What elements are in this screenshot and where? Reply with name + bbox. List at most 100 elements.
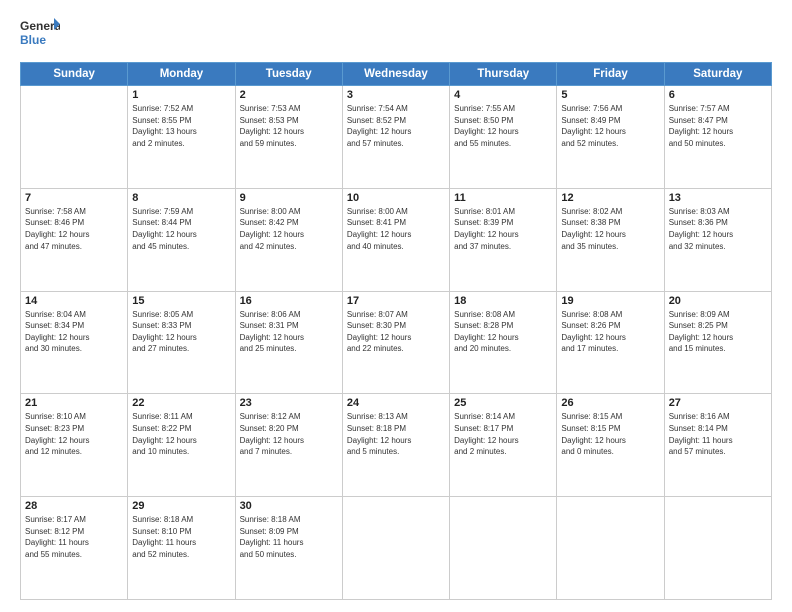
weekday-header-wednesday: Wednesday <box>342 63 449 86</box>
calendar-cell: 30Sunrise: 8:18 AM Sunset: 8:09 PM Dayli… <box>235 497 342 600</box>
calendar-cell: 20Sunrise: 8:09 AM Sunset: 8:25 PM Dayli… <box>664 291 771 394</box>
calendar-cell: 2 Sunrise: 7:53 AM Sunset: 8:53 PM Daylig… <box>235 86 342 189</box>
day-info: Sunrise: 8:00 AM Sunset: 8:42 PM Dayligh… <box>240 206 338 252</box>
logo-svg: General Blue <box>20 16 60 52</box>
calendar-cell: 7 Sunrise: 7:58 AM Sunset: 8:46 PM Daylig… <box>21 188 128 291</box>
week-row-1: 1Sunrise: 7:52 AM Sunset: 8:55 PM Daylig… <box>21 86 772 189</box>
calendar-cell: 4 Sunrise: 7:55 AM Sunset: 8:50 PM Daylig… <box>450 86 557 189</box>
calendar-cell: 23 Sunrise: 8:12 AM Sunset: 8:20 PM Dayli… <box>235 394 342 497</box>
week-row-4: 21 Sunrise: 8:10 AM Sunset: 8:23 PM Dayli… <box>21 394 772 497</box>
calendar-cell: 21 Sunrise: 8:10 AM Sunset: 8:23 PM Dayli… <box>21 394 128 497</box>
day-number: 7 <box>25 192 123 204</box>
day-number: 28 <box>25 500 123 512</box>
week-row-3: 14 Sunrise: 8:04 AM Sunset: 8:34 PM Dayli… <box>21 291 772 394</box>
day-info: Sunrise: 8:06 AM Sunset: 8:31 PM Dayligh… <box>240 309 338 355</box>
calendar-cell <box>664 497 771 600</box>
calendar-cell: 11Sunrise: 8:01 AM Sunset: 8:39 PM Dayli… <box>450 188 557 291</box>
day-info: Sunrise: 8:18 AM Sunset: 8:10 PM Dayligh… <box>132 514 230 560</box>
day-number: 12 <box>561 192 659 204</box>
day-number: 3 <box>347 89 445 101</box>
day-number: 1 <box>132 89 230 101</box>
day-number: 8 <box>132 192 230 204</box>
weekday-header-saturday: Saturday <box>664 63 771 86</box>
day-number: 27 <box>669 397 767 409</box>
calendar-cell <box>450 497 557 600</box>
day-info: Sunrise: 8:00 AM Sunset: 8:41 PM Dayligh… <box>347 206 445 252</box>
weekday-header-row: SundayMondayTuesdayWednesdayThursdayFrid… <box>21 63 772 86</box>
calendar-cell: 9 Sunrise: 8:00 AM Sunset: 8:42 PM Daylig… <box>235 188 342 291</box>
weekday-header-thursday: Thursday <box>450 63 557 86</box>
day-number: 24 <box>347 397 445 409</box>
weekday-header-friday: Friday <box>557 63 664 86</box>
calendar-cell: 14 Sunrise: 8:04 AM Sunset: 8:34 PM Dayli… <box>21 291 128 394</box>
calendar-cell: 18 Sunrise: 8:08 AM Sunset: 8:28 PM Dayli… <box>450 291 557 394</box>
week-row-2: 7 Sunrise: 7:58 AM Sunset: 8:46 PM Daylig… <box>21 188 772 291</box>
weekday-header-sunday: Sunday <box>21 63 128 86</box>
logo: General Blue <box>20 16 60 52</box>
day-info: Sunrise: 8:13 AM Sunset: 8:18 PM Dayligh… <box>347 411 445 457</box>
calendar-cell: 12Sunrise: 8:02 AM Sunset: 8:38 PM Dayli… <box>557 188 664 291</box>
calendar-cell: 1Sunrise: 7:52 AM Sunset: 8:55 PM Daylig… <box>128 86 235 189</box>
calendar-table: SundayMondayTuesdayWednesdayThursdayFrid… <box>20 62 772 600</box>
weekday-header-monday: Monday <box>128 63 235 86</box>
day-info: Sunrise: 8:12 AM Sunset: 8:20 PM Dayligh… <box>240 411 338 457</box>
day-info: Sunrise: 8:17 AM Sunset: 8:12 PM Dayligh… <box>25 514 123 560</box>
page: General Blue SundayMondayTuesdayWednesda… <box>0 0 792 612</box>
day-info: Sunrise: 8:07 AM Sunset: 8:30 PM Dayligh… <box>347 309 445 355</box>
day-number: 30 <box>240 500 338 512</box>
day-number: 9 <box>240 192 338 204</box>
calendar-cell: 28 Sunrise: 8:17 AM Sunset: 8:12 PM Dayli… <box>21 497 128 600</box>
day-info: Sunrise: 8:09 AM Sunset: 8:25 PM Dayligh… <box>669 309 767 355</box>
day-info: Sunrise: 8:10 AM Sunset: 8:23 PM Dayligh… <box>25 411 123 457</box>
day-number: 17 <box>347 295 445 307</box>
day-info: Sunrise: 7:58 AM Sunset: 8:46 PM Dayligh… <box>25 206 123 252</box>
calendar-cell: 15 Sunrise: 8:05 AM Sunset: 8:33 PM Dayli… <box>128 291 235 394</box>
calendar-cell: 3 Sunrise: 7:54 AM Sunset: 8:52 PM Daylig… <box>342 86 449 189</box>
calendar-cell: 29Sunrise: 8:18 AM Sunset: 8:10 PM Dayli… <box>128 497 235 600</box>
header: General Blue <box>20 16 772 52</box>
calendar-cell: 19 Sunrise: 8:08 AM Sunset: 8:26 PM Dayli… <box>557 291 664 394</box>
calendar-cell: 10Sunrise: 8:00 AM Sunset: 8:41 PM Dayli… <box>342 188 449 291</box>
day-info: Sunrise: 8:16 AM Sunset: 8:14 PM Dayligh… <box>669 411 767 457</box>
calendar-cell: 17 Sunrise: 8:07 AM Sunset: 8:30 PM Dayli… <box>342 291 449 394</box>
day-info: Sunrise: 8:05 AM Sunset: 8:33 PM Dayligh… <box>132 309 230 355</box>
day-number: 16 <box>240 295 338 307</box>
day-number: 4 <box>454 89 552 101</box>
day-info: Sunrise: 7:59 AM Sunset: 8:44 PM Dayligh… <box>132 206 230 252</box>
day-info: Sunrise: 7:53 AM Sunset: 8:53 PM Dayligh… <box>240 103 338 149</box>
day-number: 6 <box>669 89 767 101</box>
day-info: Sunrise: 8:03 AM Sunset: 8:36 PM Dayligh… <box>669 206 767 252</box>
day-number: 22 <box>132 397 230 409</box>
calendar-cell: 13Sunrise: 8:03 AM Sunset: 8:36 PM Dayli… <box>664 188 771 291</box>
day-info: Sunrise: 8:08 AM Sunset: 8:28 PM Dayligh… <box>454 309 552 355</box>
calendar-cell: 6Sunrise: 7:57 AM Sunset: 8:47 PM Daylig… <box>664 86 771 189</box>
calendar-cell: 5Sunrise: 7:56 AM Sunset: 8:49 PM Daylig… <box>557 86 664 189</box>
calendar-cell: 27 Sunrise: 8:16 AM Sunset: 8:14 PM Dayli… <box>664 394 771 497</box>
day-info: Sunrise: 8:04 AM Sunset: 8:34 PM Dayligh… <box>25 309 123 355</box>
day-number: 21 <box>25 397 123 409</box>
day-number: 26 <box>561 397 659 409</box>
day-number: 25 <box>454 397 552 409</box>
day-number: 15 <box>132 295 230 307</box>
calendar-cell: 25 Sunrise: 8:14 AM Sunset: 8:17 PM Dayli… <box>450 394 557 497</box>
calendar-cell: 26Sunrise: 8:15 AM Sunset: 8:15 PM Dayli… <box>557 394 664 497</box>
day-number: 23 <box>240 397 338 409</box>
day-info: Sunrise: 8:08 AM Sunset: 8:26 PM Dayligh… <box>561 309 659 355</box>
weekday-header-tuesday: Tuesday <box>235 63 342 86</box>
day-info: Sunrise: 8:11 AM Sunset: 8:22 PM Dayligh… <box>132 411 230 457</box>
day-number: 19 <box>561 295 659 307</box>
calendar-cell <box>342 497 449 600</box>
day-number: 14 <box>25 295 123 307</box>
calendar-cell <box>557 497 664 600</box>
day-info: Sunrise: 7:54 AM Sunset: 8:52 PM Dayligh… <box>347 103 445 149</box>
calendar-cell: 24 Sunrise: 8:13 AM Sunset: 8:18 PM Dayli… <box>342 394 449 497</box>
day-info: Sunrise: 7:55 AM Sunset: 8:50 PM Dayligh… <box>454 103 552 149</box>
svg-text:Blue: Blue <box>20 33 46 47</box>
day-info: Sunrise: 8:14 AM Sunset: 8:17 PM Dayligh… <box>454 411 552 457</box>
day-number: 5 <box>561 89 659 101</box>
day-number: 2 <box>240 89 338 101</box>
day-number: 18 <box>454 295 552 307</box>
week-row-5: 28 Sunrise: 8:17 AM Sunset: 8:12 PM Dayli… <box>21 497 772 600</box>
calendar-cell: 22 Sunrise: 8:11 AM Sunset: 8:22 PM Dayli… <box>128 394 235 497</box>
day-info: Sunrise: 8:01 AM Sunset: 8:39 PM Dayligh… <box>454 206 552 252</box>
